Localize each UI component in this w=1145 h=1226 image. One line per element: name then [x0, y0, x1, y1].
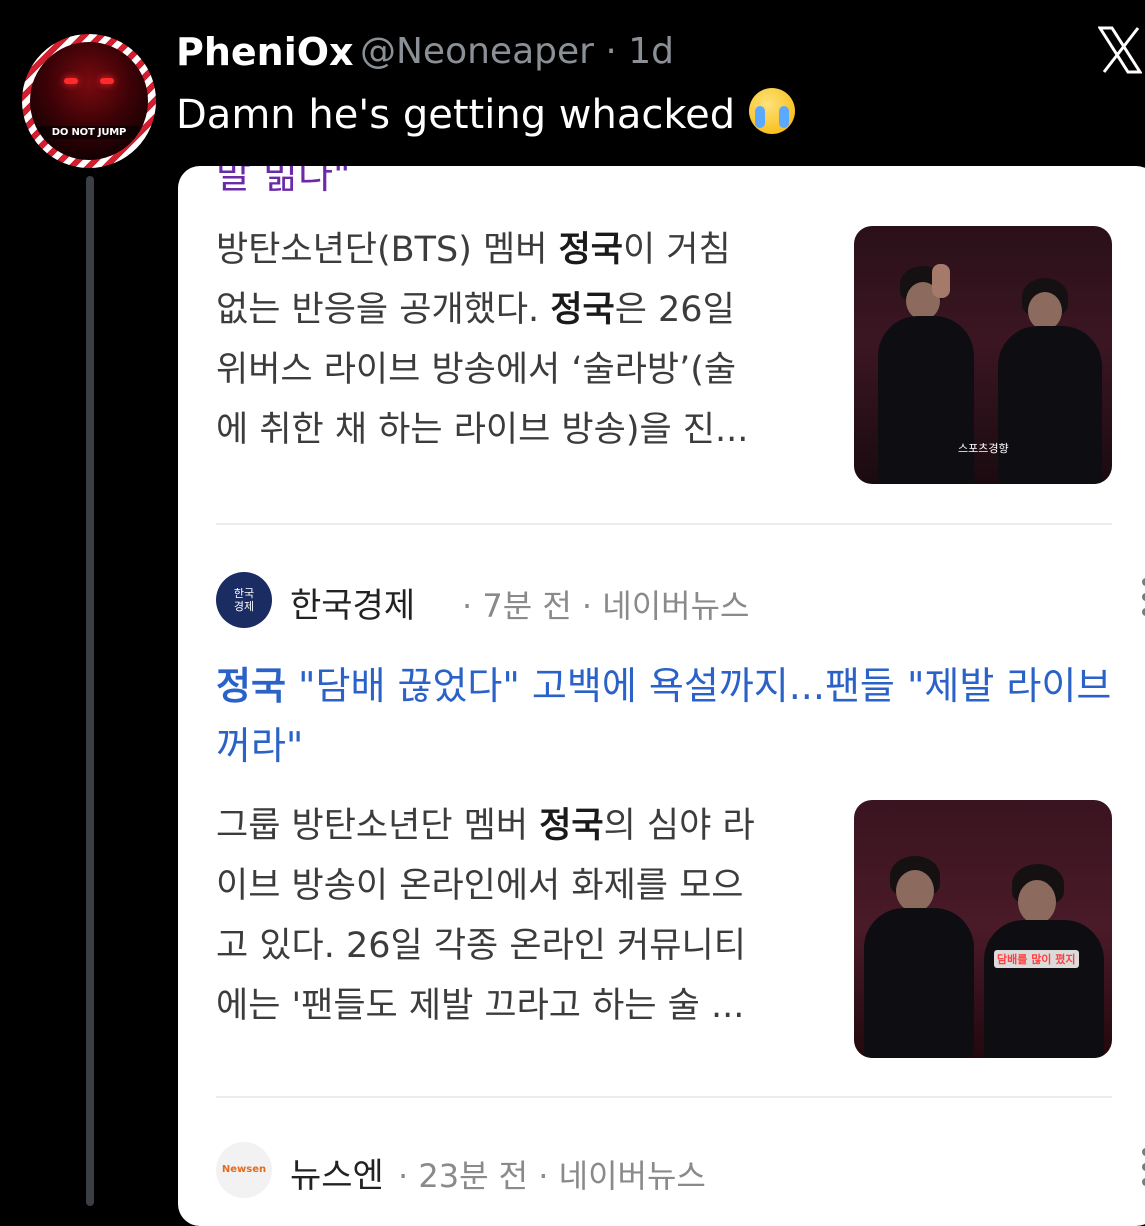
snippet-line: 이브 방송이 온라인에서 화제를 모으 [216, 866, 744, 906]
source-name[interactable]: 한국경제 [290, 578, 415, 627]
article-1-snippet: 방탄소년단(BTS) 멤버 정국이 거침 없는 반응을 공개했다. 정국은 26… [216, 220, 816, 460]
tweet-text: Damn he's getting whacked [176, 88, 796, 138]
hankyung-logo-icon[interactable]: 한국 경제 [216, 572, 272, 628]
snippet-line: 고 있다. 26일 각종 온라인 커뮤니티 [216, 926, 746, 966]
avatar-badge: DO NOT JUMP [30, 126, 148, 139]
source-name[interactable]: 뉴스엔 [290, 1148, 384, 1197]
divider [216, 1096, 1112, 1098]
thread-line [86, 176, 94, 1206]
avatar-glowing-eyes [62, 78, 116, 88]
snippet-line: 에는 '팬들도 제발 끄라고 하는 술 ... [216, 986, 745, 1026]
source-meta: · 7분 전 · 네이버뉴스 [462, 587, 750, 625]
article-2-snippet: 그룹 방탄소년단 멤버 정국의 심야 라 이브 방송이 온라인에서 화제를 모으… [216, 796, 816, 1036]
handle-and-time[interactable]: @Neoneaper · 1d [360, 31, 674, 72]
news-screenshot-card: 발 빎다" 방탄소년단(BTS) 멤버 정국이 거침 없는 반응을 공개했다. … [178, 166, 1145, 1226]
newsen-logo-icon[interactable]: Newsen [216, 1142, 272, 1198]
article-2-headline[interactable]: 정국 "담배 끊었다" 고백에 욕설까지...팬들 "제발 라이브 꺼라" [216, 656, 1116, 776]
article-3-source-row: Newsen 뉴스엔 · 23분 전 · 네이버뉴스 [216, 1142, 1145, 1198]
snippet-line: 그룹 방탄소년단 멤버 정국의 심야 라 [216, 806, 755, 846]
tweet-text-content: Damn he's getting whacked [176, 92, 736, 138]
article-2-source-row: 한국 경제 한국경제 · 7분 전 · 네이버뉴스 [216, 572, 1145, 628]
source-meta: · 23분 전 · 네이버뉴스 [398, 1157, 706, 1195]
loudly-crying-face-icon [749, 88, 796, 134]
article-1-title-fragment[interactable]: 발 빎다" [216, 166, 350, 199]
display-name[interactable]: PheniOx [176, 30, 354, 74]
snippet-line: 방탄소년단(BTS) 멤버 정국이 거침 [216, 230, 731, 270]
divider [216, 523, 1112, 525]
snippet-line: 에 취한 채 하는 라이브 방송)을 진... [216, 410, 749, 450]
avatar-image: DO NOT JUMP [30, 42, 148, 160]
snippet-line: 위버스 라이브 방송에서 ‘술라방’(술 [216, 350, 737, 390]
thumb-caption: 담배를 많이 폈지 [994, 950, 1079, 968]
avatar[interactable]: DO NOT JUMP [22, 34, 156, 168]
article-2-thumbnail[interactable]: 담배를 많이 폈지 [854, 800, 1112, 1058]
article-1-thumbnail[interactable]: 스포츠경향 [854, 226, 1112, 484]
snippet-line: 없는 반응을 공개했다. 정국은 26일 [216, 290, 735, 330]
thumb-caption: 스포츠경향 [958, 442, 1009, 455]
x-logo-icon[interactable] [1098, 26, 1142, 74]
